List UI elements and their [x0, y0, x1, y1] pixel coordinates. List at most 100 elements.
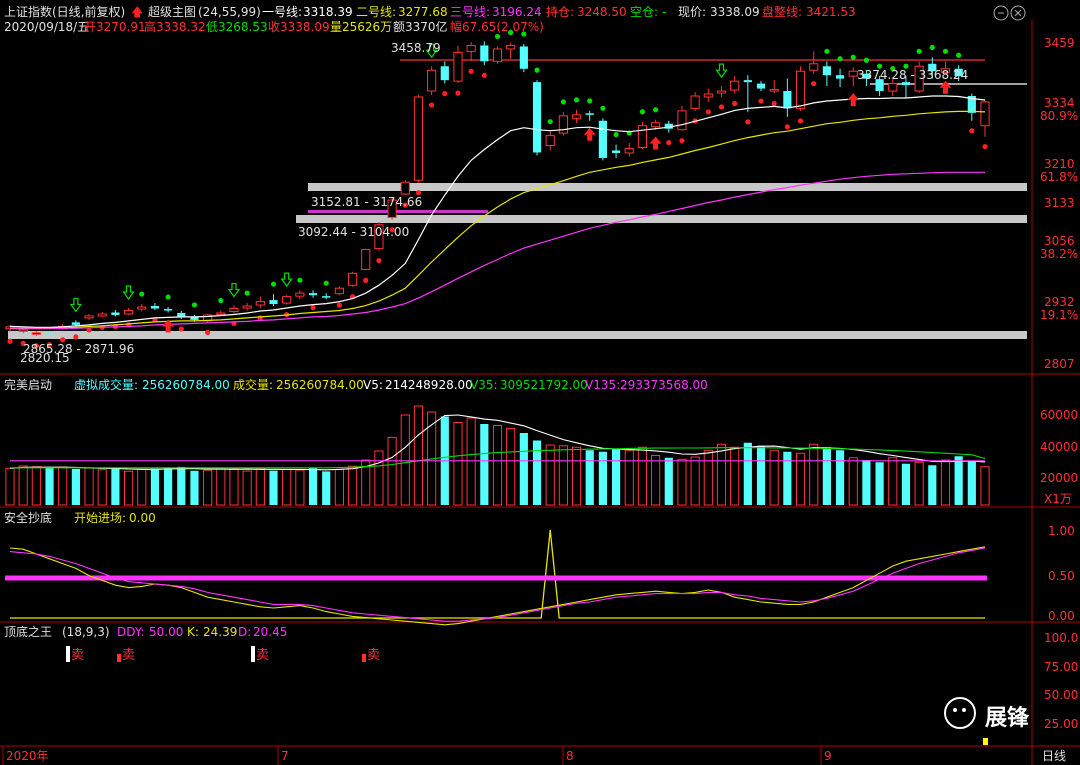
indicator-name[interactable]: 超级主图 — [148, 4, 196, 19]
period-label[interactable]: 日线 — [1042, 749, 1066, 763]
volume-bar — [980, 466, 990, 506]
volume-bar — [97, 469, 107, 506]
red-signal-dot — [73, 334, 79, 340]
price-axis: 3459 3334 80.9% 3210 61.8% 3133 3056 38.… — [1040, 36, 1078, 371]
time-label: 2020年 — [6, 749, 49, 763]
candle-body — [137, 306, 147, 310]
range-box — [308, 210, 488, 213]
red-signal-dot — [481, 72, 487, 78]
sell-bar — [117, 654, 121, 662]
green-signal-dot — [218, 297, 224, 304]
volume-bar — [519, 433, 528, 505]
price-annotations: 3458.79 3374.28 - 3368.24 3152.81 - 3174… — [20, 41, 968, 365]
candle-body — [730, 80, 740, 91]
buy-arrow-icon — [847, 93, 860, 107]
kdj-axis: 100.0 75.00 50.00 25.00 — [1044, 631, 1078, 731]
volume-bar — [453, 422, 463, 506]
green-signal-dot — [297, 277, 303, 283]
candle-body — [480, 45, 489, 62]
cursor-marker — [983, 738, 988, 745]
line3-label: 三号线: — [450, 5, 490, 19]
candle-body — [427, 69, 437, 92]
volume-axis: 60000 40000 20000 X1万 — [1040, 408, 1078, 506]
volume-bar — [123, 470, 134, 506]
volume-bar — [492, 425, 503, 506]
time-label: 8 — [566, 749, 574, 763]
candle-body — [756, 83, 766, 89]
volume-bar — [400, 414, 410, 506]
hold-arrow-icon — [69, 297, 83, 313]
kdj-title[interactable]: 顶底之王 — [4, 624, 52, 639]
fib-tick: 80.9% — [1040, 109, 1078, 123]
red-signal-dot — [468, 68, 474, 74]
line2-label: 二号线: — [356, 5, 396, 19]
fib-tick: 38.2% — [1040, 247, 1078, 261]
volume-title[interactable]: 完美启动 — [4, 377, 52, 392]
candle-body — [690, 95, 700, 109]
candle-body — [651, 122, 661, 128]
red-signal-dot — [784, 124, 790, 130]
consol-value: 3421.53 — [806, 5, 856, 19]
chart-stage: 上证指数 (日线,前复权) 🡅 超级主图 (24,55,99) 一号线: 331… — [0, 4, 1080, 765]
red-signal-dot — [205, 329, 211, 335]
candle-body — [242, 305, 252, 309]
price-tick: 3459 — [1044, 36, 1075, 50]
volume-bar — [914, 461, 924, 506]
volume-bar — [690, 456, 700, 506]
candle-body — [150, 306, 160, 309]
mode-label: (日线,前复权) — [52, 4, 125, 19]
brand-text: 展锋 — [985, 705, 1030, 731]
line1-label: 一号线: — [262, 5, 302, 19]
green-signal-dot — [837, 56, 843, 62]
green-signal-dot — [573, 97, 580, 103]
price-tick: 3133 — [1044, 196, 1075, 210]
red-signal-dot — [982, 144, 988, 150]
safety-line — [10, 529, 985, 619]
time-label: 7 — [281, 749, 289, 763]
green-signal-dot — [587, 98, 593, 104]
volume-bar — [308, 468, 318, 505]
candle-body — [809, 63, 819, 71]
fib-tick: 61.8% — [1040, 170, 1078, 184]
red-signal-dot — [455, 90, 461, 96]
quote-amount: 额3370亿 — [393, 19, 448, 34]
candle-body — [571, 114, 582, 119]
green-signal-dot — [560, 99, 566, 105]
volume-bar — [585, 450, 594, 505]
quote-close: 收3338.09 — [268, 20, 330, 34]
candle-body — [519, 46, 528, 69]
kdj-header: 顶底之王 (18,9,3) DDY: 50.00 K: 24.39 D: 20.… — [4, 624, 287, 639]
line3-value: 3196.24 — [492, 5, 542, 19]
green-signal-dot — [639, 109, 646, 115]
sell-bar — [66, 646, 70, 662]
safety-title[interactable]: 安全抄底 — [4, 510, 52, 525]
volume-bar — [164, 467, 173, 505]
red-signal-dot — [771, 100, 777, 107]
volume-bar — [862, 460, 871, 505]
quote-high: 高3338.32 — [144, 19, 206, 34]
index-name[interactable]: 上证指数 — [4, 4, 52, 19]
red-up-arrow-icon: 🡅 — [131, 5, 143, 19]
annotation-range-b: 3152.81 - 3174.66 — [311, 195, 422, 209]
candle-body — [637, 125, 648, 149]
volume-bar — [545, 444, 555, 506]
support-band — [8, 331, 1027, 339]
volume-bar — [229, 468, 239, 506]
sell-bar — [362, 654, 366, 662]
v5-label: V5: — [363, 378, 383, 392]
buy-arrow-icon — [939, 80, 952, 94]
support-bands — [8, 183, 1027, 339]
volume-bar — [45, 467, 54, 505]
volume-bar — [888, 457, 898, 506]
green-signal-dot — [547, 119, 553, 125]
green-signal-dot — [613, 131, 619, 138]
support-band — [296, 215, 1027, 223]
volume-bar — [875, 462, 884, 505]
candle-body — [888, 83, 898, 92]
candle-body — [769, 89, 779, 92]
empty-value: - — [662, 5, 666, 19]
kdj-line — [9, 546, 986, 626]
empty-label: 空仓: — [630, 5, 658, 19]
red-signal-dot — [797, 118, 804, 124]
candle-body — [492, 48, 503, 62]
